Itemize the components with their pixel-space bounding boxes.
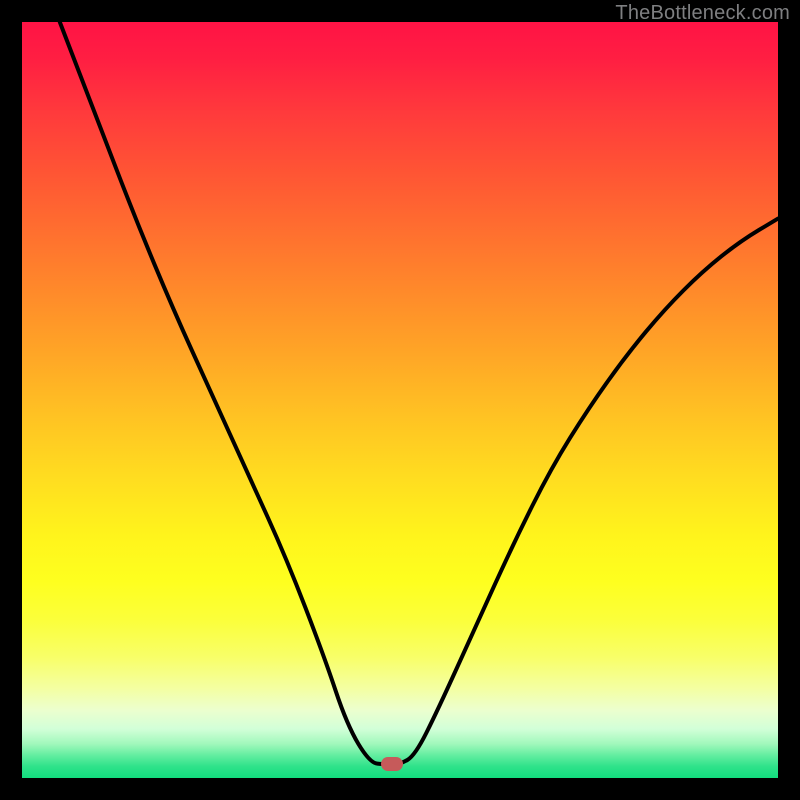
plot-area [22,22,778,778]
optimal-point-marker [381,757,403,771]
attribution-text: TheBottleneck.com [615,2,790,25]
bottleneck-curve [60,22,778,764]
curve-layer [22,22,778,778]
chart-container: TheBottleneck.com [0,0,800,800]
